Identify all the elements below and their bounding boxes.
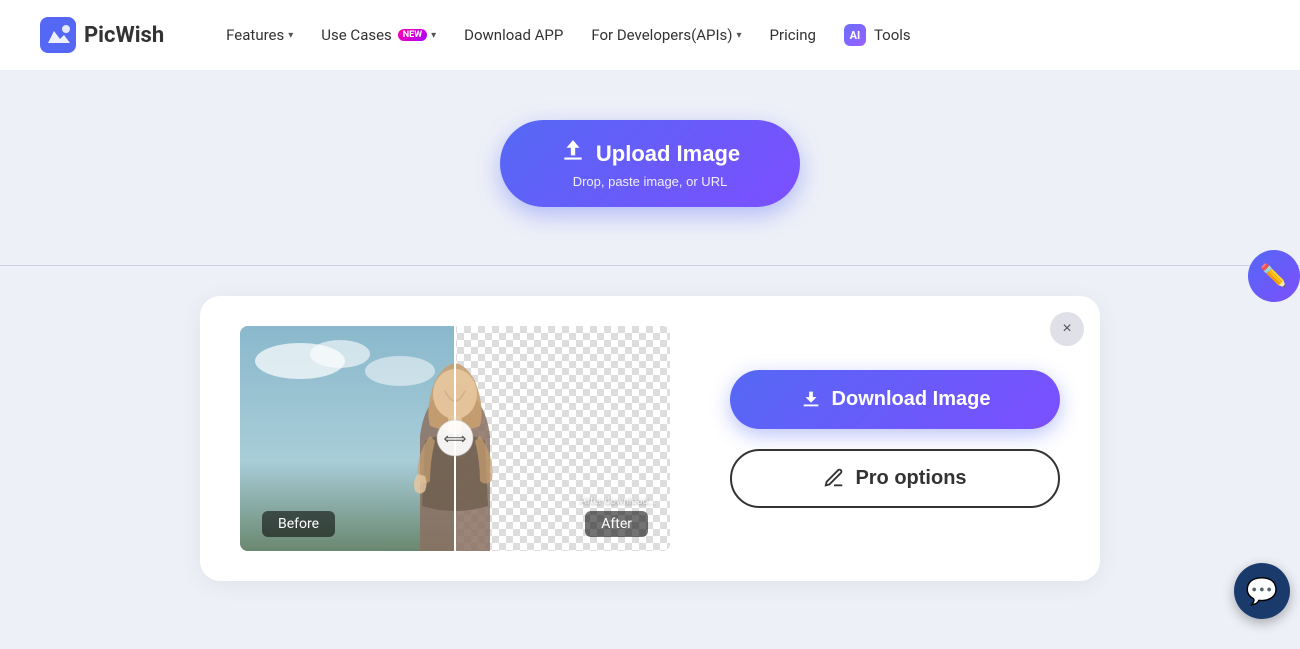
download-button-label: Download Image bbox=[832, 388, 991, 411]
upload-icon bbox=[560, 138, 586, 170]
nav-item-tools[interactable]: AI Tools bbox=[834, 18, 921, 52]
pro-options-label: Pro options bbox=[855, 467, 966, 490]
after-label: After bbox=[585, 511, 648, 537]
nav-label-pricing: Pricing bbox=[770, 26, 816, 44]
ai-icon: AI bbox=[844, 24, 866, 46]
chat-button[interactable]: 💬 bbox=[1234, 563, 1290, 619]
upload-button-label: Upload Image bbox=[596, 141, 740, 167]
main-content: Upload Image Drop, paste image, or URL × bbox=[0, 70, 1300, 649]
upload-button[interactable]: Upload Image Drop, paste image, or URL bbox=[500, 120, 800, 207]
download-image-button[interactable]: Download Image bbox=[730, 370, 1060, 429]
nav-item-features[interactable]: Features ▾ bbox=[216, 20, 303, 50]
chat-icon: 💬 bbox=[1246, 576, 1278, 607]
upload-button-sublabel: Drop, paste image, or URL bbox=[573, 174, 728, 189]
svg-text:⟺: ⟺ bbox=[444, 429, 467, 448]
nav-label-use-cases: Use Cases bbox=[321, 26, 392, 44]
nav-label-developers: For Developers(APIs) bbox=[591, 26, 732, 44]
logo-icon bbox=[40, 17, 76, 53]
pro-options-icon bbox=[823, 467, 845, 489]
nav-label-tools: Tools bbox=[874, 26, 911, 44]
logo-text: PicWish bbox=[84, 23, 164, 48]
logo[interactable]: PicWish bbox=[40, 17, 164, 53]
nav-item-download-app[interactable]: Download APP bbox=[454, 20, 573, 50]
after-overlay-message: After download... bbox=[580, 496, 656, 507]
nav-item-pricing[interactable]: Pricing bbox=[760, 20, 826, 50]
close-button[interactable]: × bbox=[1050, 312, 1084, 346]
nav-label-download-app: Download APP bbox=[464, 26, 563, 44]
ai-edit-icon: ✏️ bbox=[1260, 263, 1287, 289]
chevron-down-icon: ▾ bbox=[288, 30, 293, 41]
section-divider bbox=[0, 265, 1300, 266]
before-label: Before bbox=[262, 511, 335, 537]
main-nav: Features ▾ Use Cases NEW ▾ Download APP … bbox=[216, 18, 921, 52]
right-panel: Download Image Pro options bbox=[730, 370, 1060, 508]
chevron-down-icon-3: ▾ bbox=[737, 30, 742, 41]
download-icon bbox=[800, 388, 822, 410]
image-comparison: ⟺ Before After After download... bbox=[240, 326, 670, 551]
header: PicWish Features ▾ Use Cases NEW ▾ Downl… bbox=[0, 0, 1300, 70]
new-badge: NEW bbox=[398, 29, 427, 41]
ai-edit-button[interactable]: ✏️ bbox=[1248, 250, 1300, 302]
chevron-down-icon-2: ▾ bbox=[431, 30, 436, 41]
nav-item-developers[interactable]: For Developers(APIs) ▾ bbox=[581, 20, 751, 50]
nav-label-features: Features bbox=[226, 26, 284, 44]
result-card: × bbox=[200, 296, 1100, 581]
after-overlay-text: After download... bbox=[580, 496, 656, 507]
pro-options-button[interactable]: Pro options bbox=[730, 449, 1060, 508]
nav-item-use-cases[interactable]: Use Cases NEW ▾ bbox=[311, 20, 446, 50]
close-icon: × bbox=[1062, 320, 1071, 338]
